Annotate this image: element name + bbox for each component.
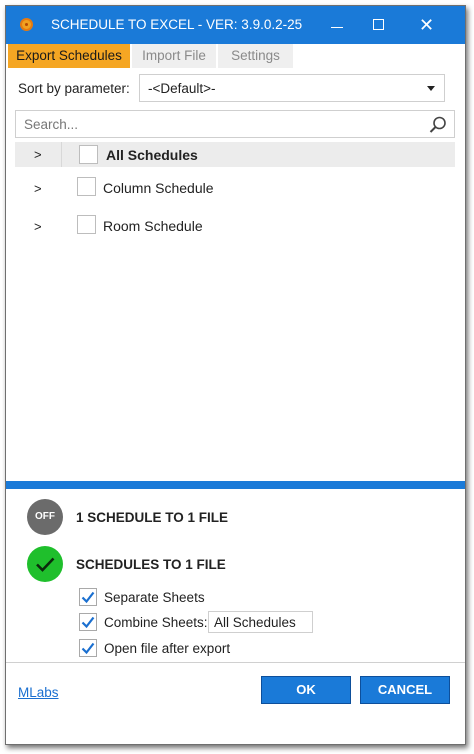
dropdown-arrow-icon bbox=[427, 86, 435, 91]
combine-sheets-checkbox[interactable] bbox=[79, 613, 97, 631]
checkbox-column-schedule[interactable] bbox=[77, 177, 96, 196]
open-after-export-label: Open file after export bbox=[104, 641, 231, 656]
mode1-toggle[interactable]: OFF bbox=[27, 499, 63, 535]
sort-parameter-value: -<Default>- bbox=[148, 81, 216, 96]
close-icon: ✕ bbox=[419, 15, 435, 35]
mode2-label: SCHEDULES TO 1 FILE bbox=[76, 557, 226, 572]
expand-toggle-all[interactable]: > bbox=[34, 147, 42, 162]
minimize-button[interactable] bbox=[320, 12, 354, 38]
tab-bar: Export Schedules Import File Settings bbox=[6, 44, 465, 68]
separate-sheets-checkbox[interactable] bbox=[79, 588, 97, 606]
search-input[interactable] bbox=[16, 111, 424, 137]
combine-sheets-name-field[interactable]: All Schedules bbox=[208, 611, 313, 633]
maximize-button[interactable] bbox=[362, 12, 396, 38]
column-divider bbox=[61, 142, 62, 167]
maximize-icon bbox=[373, 19, 384, 30]
title-bar[interactable]: SCHEDULE TO EXCEL - VER: 3.9.0.2-25 ✕ bbox=[6, 6, 465, 44]
sort-parameter-dropdown[interactable]: -<Default>- bbox=[139, 74, 445, 102]
app-logo-icon bbox=[20, 18, 33, 31]
tab-export-schedules[interactable]: Export Schedules bbox=[8, 44, 130, 68]
room-schedule-label: Room Schedule bbox=[103, 218, 203, 234]
all-schedules-label: All Schedules bbox=[106, 147, 198, 163]
minimize-icon bbox=[331, 27, 343, 28]
panel-divider-bar bbox=[6, 481, 465, 489]
tree-header-row: > All Schedules bbox=[15, 142, 455, 167]
mode2-toggle[interactable] bbox=[27, 546, 63, 582]
expand-toggle-room-schedule[interactable]: > bbox=[34, 219, 42, 234]
checkmark-icon bbox=[36, 557, 55, 572]
checkbox-room-schedule[interactable] bbox=[77, 215, 96, 234]
check-icon bbox=[81, 616, 95, 629]
check-icon bbox=[81, 642, 95, 655]
tab-import-file[interactable]: Import File bbox=[132, 44, 216, 68]
tab-settings[interactable]: Settings bbox=[218, 44, 293, 68]
window-title: SCHEDULE TO EXCEL - VER: 3.9.0.2-25 bbox=[51, 17, 303, 32]
open-after-export-checkbox[interactable] bbox=[79, 639, 97, 657]
combine-sheets-value: All Schedules bbox=[214, 615, 296, 630]
ok-button[interactable]: OK bbox=[261, 676, 351, 704]
check-icon bbox=[81, 591, 95, 604]
checkbox-all-schedules[interactable] bbox=[79, 145, 98, 164]
app-window: SCHEDULE TO EXCEL - VER: 3.9.0.2-25 ✕ Ex… bbox=[5, 5, 466, 745]
combine-sheets-label: Combine Sheets: bbox=[104, 615, 208, 630]
close-button[interactable]: ✕ bbox=[410, 12, 444, 38]
expand-toggle-column-schedule[interactable]: > bbox=[34, 181, 42, 196]
column-schedule-label: Column Schedule bbox=[103, 180, 214, 196]
cancel-button[interactable]: CANCEL bbox=[360, 676, 450, 704]
footer-divider bbox=[6, 662, 465, 663]
sort-by-label: Sort by parameter: bbox=[18, 81, 130, 96]
mode1-label: 1 SCHEDULE TO 1 FILE bbox=[76, 510, 229, 525]
separate-sheets-label: Separate Sheets bbox=[104, 590, 205, 605]
export-options-panel bbox=[6, 489, 465, 664]
search-icon[interactable] bbox=[428, 115, 448, 135]
search-box bbox=[15, 110, 455, 138]
mlabs-link[interactable]: MLabs bbox=[18, 685, 59, 700]
